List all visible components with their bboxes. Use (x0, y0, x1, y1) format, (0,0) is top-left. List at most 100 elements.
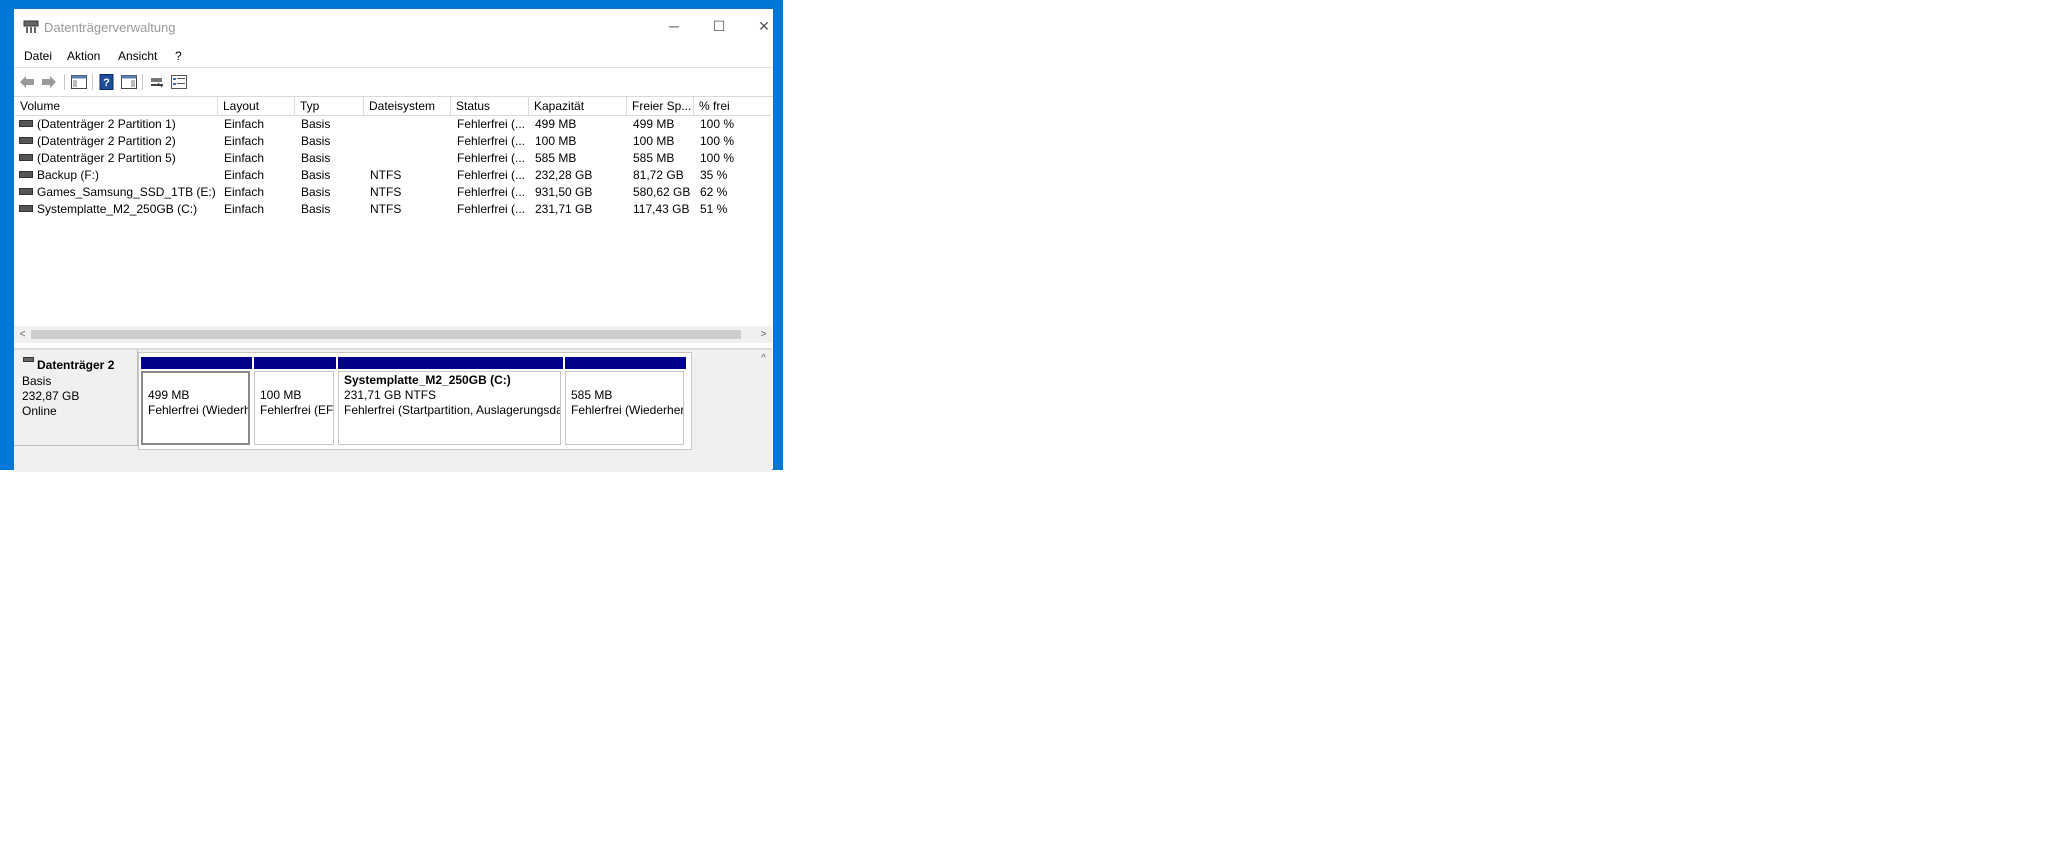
disk-size: 232,87 GB (22, 389, 80, 403)
menu-ansicht[interactable]: Ansicht (118, 49, 157, 63)
kapazitaet-cell: 231,71 GB (535, 202, 593, 216)
maximize-button[interactable]: ☐ (696, 9, 742, 43)
column-header-freier-speicher[interactable]: Freier Sp... (627, 97, 694, 115)
dateisystem-cell (364, 150, 451, 167)
show-hide-action-pane-icon (121, 74, 137, 89)
partition-status: Fehlerfrei (Wiederherstellungspartition) (571, 403, 684, 417)
back-button[interactable] (18, 73, 36, 90)
connect-button[interactable] (148, 73, 166, 90)
back-icon (20, 75, 34, 88)
status-cell: Fehlerfrei (... (457, 185, 526, 199)
menu-help[interactable]: ? (175, 49, 182, 63)
volume-list-header: Volume Layout Typ Dateisystem Status Kap… (15, 97, 771, 116)
forward-icon (42, 75, 56, 88)
show-hide-action-pane-button[interactable] (120, 73, 138, 90)
partition-size: 585 MB (571, 388, 613, 402)
volume-row[interactable]: Backup (F:) Einfach Basis NTFS Fehlerfre… (15, 167, 771, 184)
status-cell: Fehlerfrei (... (457, 168, 526, 182)
column-header-dateisystem[interactable]: Dateisystem (364, 97, 451, 115)
svg-text:?: ? (103, 77, 110, 89)
scroll-up-arrow-icon[interactable]: ^ (755, 350, 772, 367)
disk-label-panel[interactable]: Datenträger 2 Basis 232,87 GB Online (14, 350, 138, 446)
layout-cell: Einfach (224, 168, 265, 182)
volume-icon (19, 171, 33, 179)
window-title: Datenträgerverwaltung (44, 20, 176, 35)
volume-cell: Games_Samsung_SSD_1TB (E:) (15, 184, 218, 201)
volume-icon (19, 205, 33, 213)
title-bar[interactable]: Datenträgerverwaltung ─ ☐ ✕ (14, 9, 773, 45)
column-header-layout[interactable]: Layout (218, 97, 295, 115)
menu-bar: Datei Aktion Ansicht ? (14, 45, 773, 67)
properties-icon (171, 74, 187, 89)
typ-cell: Basis (301, 117, 331, 131)
volume-name: (Datenträger 2 Partition 2) (37, 134, 176, 148)
layout-cell: Einfach (224, 185, 265, 199)
column-header-status[interactable]: Status (451, 97, 529, 115)
partition-size: 100 MB (260, 388, 302, 402)
layout-cell: Einfach (224, 202, 265, 216)
partition-block[interactable]: Systemplatte_M2_250GB (C:) 231,71 GB NTF… (338, 357, 563, 447)
maximize-icon: ☐ (712, 17, 726, 34)
toolbar-separator (92, 74, 93, 90)
prozent-frei-cell: 35 % (700, 168, 728, 182)
volume-row[interactable]: Games_Samsung_SSD_1TB (E:) Einfach Basis… (15, 184, 771, 201)
volume-row[interactable]: (Datenträger 2 Partition 2) Einfach Basi… (15, 133, 771, 150)
volume-cell: (Datenträger 2 Partition 2) (15, 133, 218, 150)
prozent-frei-cell: 100 % (700, 117, 735, 131)
freier-speicher-cell: 81,72 GB (633, 168, 684, 182)
partition-block[interactable]: 499 MB Fehlerfrei (Wiederherstellungspar… (141, 357, 252, 447)
close-button[interactable]: ✕ (741, 9, 787, 43)
volume-cell: Backup (F:) (15, 167, 218, 184)
volume-row[interactable]: (Datenträger 2 Partition 1) Einfach Basi… (15, 116, 771, 133)
disk-management-window: Datenträgerverwaltung ─ ☐ ✕ Datei Aktion… (13, 8, 774, 472)
forward-button[interactable] (40, 73, 58, 90)
scroll-right-arrow-icon[interactable]: > (755, 326, 772, 343)
scrollbar-thumb[interactable] (31, 330, 741, 339)
partition-title: Systemplatte_M2_250GB (C:) (344, 373, 511, 387)
dateisystem-cell (364, 133, 451, 150)
minimize-icon: ─ (669, 18, 679, 34)
prozent-frei-cell: 51 % (700, 202, 728, 216)
freier-speicher-cell: 117,43 GB (633, 202, 690, 216)
disk-name: Datenträger 2 (37, 358, 115, 372)
column-header-kapazitaet[interactable]: Kapazität (529, 97, 627, 115)
column-header-typ[interactable]: Typ (295, 97, 364, 115)
partition-body: 100 MB Fehlerfrei (EFI-Systempartition) (254, 371, 334, 445)
typ-cell: Basis (301, 168, 331, 182)
partition-size: 231,71 GB NTFS (344, 388, 437, 402)
volume-row[interactable]: (Datenträger 2 Partition 5) Einfach Basi… (15, 150, 771, 167)
status-cell: Fehlerfrei (... (457, 151, 526, 165)
toolbar: ? (14, 67, 773, 97)
disk-type: Basis (22, 374, 52, 388)
vertical-scrollbar[interactable]: ^ (755, 350, 772, 470)
volume-name: (Datenträger 2 Partition 1) (37, 117, 176, 131)
volume-list[interactable]: Volume Layout Typ Dateisystem Status Kap… (14, 96, 772, 343)
menu-datei[interactable]: Datei (24, 49, 52, 63)
volume-name: Games_Samsung_SSD_1TB (E:) (37, 185, 216, 199)
help-button[interactable]: ? (98, 73, 116, 90)
horizontal-scrollbar[interactable]: < > (14, 326, 772, 343)
volume-name: Backup (F:) (37, 168, 100, 182)
dateisystem-cell: NTFS (370, 168, 402, 182)
menu-aktion[interactable]: Aktion (67, 49, 100, 63)
properties-button[interactable] (170, 73, 188, 90)
volume-icon (19, 188, 33, 196)
column-header-prozent-frei[interactable]: % frei (694, 97, 771, 115)
volume-cell: (Datenträger 2 Partition 1) (15, 116, 218, 133)
layout-cell: Einfach (224, 151, 265, 165)
partition-block[interactable]: 100 MB Fehlerfrei (EFI-Systempartition) (254, 357, 336, 447)
scroll-left-arrow-icon[interactable]: < (14, 326, 31, 343)
partition-color-bar (254, 357, 336, 369)
minimize-button[interactable]: ─ (651, 9, 697, 43)
prozent-frei-cell: 62 % (700, 185, 728, 199)
help-icon: ? (99, 73, 114, 90)
show-hide-console-tree-button[interactable] (70, 73, 88, 90)
volume-row[interactable]: Systemplatte_M2_250GB (C:) Einfach Basis… (15, 201, 771, 218)
status-cell: Fehlerfrei (... (457, 134, 526, 148)
freier-speicher-cell: 499 MB (633, 117, 675, 131)
freier-speicher-cell: 100 MB (633, 134, 675, 148)
typ-cell: Basis (301, 151, 331, 165)
prozent-frei-cell: 100 % (700, 151, 735, 165)
column-header-volume[interactable]: Volume (15, 97, 218, 115)
partition-block[interactable]: 585 MB Fehlerfrei (Wiederherstellungspar… (565, 357, 686, 447)
